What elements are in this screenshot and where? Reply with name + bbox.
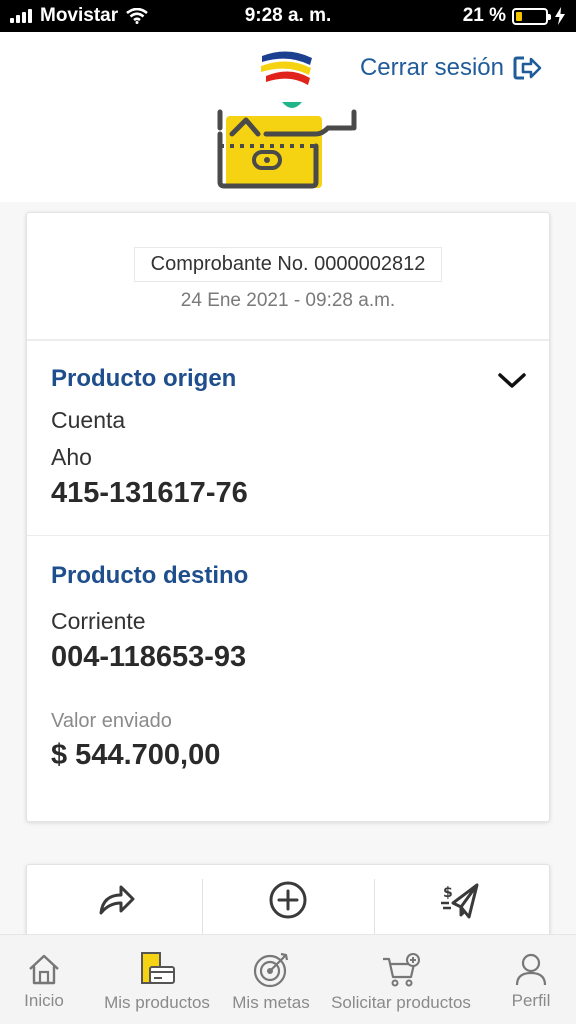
receipt-card: Comprobante No. 0000002812 24 Ene 2021 -… — [26, 212, 550, 822]
destination-account-number: 004-118653-93 — [51, 641, 247, 673]
chevron-down-icon[interactable] — [497, 371, 527, 391]
nav-item-perfil[interactable]: Perfil — [506, 935, 556, 1011]
nav-label: Mis productos — [104, 993, 210, 1012]
header: Cerrar sesión — [0, 32, 576, 202]
status-bar: Movistar 9:28 a. m. 21 % — [0, 0, 576, 32]
nav-label: Inicio — [24, 991, 64, 1010]
divider — [202, 879, 203, 939]
wallet-illustration — [217, 102, 357, 189]
origin-account-number: 415-131617-76 — [51, 477, 248, 509]
nav-label: Perfil — [511, 991, 551, 1010]
amount-label: Valor enviado — [51, 710, 172, 732]
destination-account-type: Corriente — [51, 608, 146, 634]
origin-account-subtype: Aho — [51, 444, 92, 470]
nav-item-mis-productos[interactable]: Mis productos — [96, 935, 218, 1013]
share-icon[interactable] — [95, 879, 137, 921]
nav-label: Solicitar productos — [331, 993, 471, 1012]
logout-label: Cerrar sesión — [359, 54, 504, 81]
battery-status: 21 % — [463, 5, 566, 27]
target-icon — [253, 952, 289, 988]
origin-title: Producto origen — [51, 365, 237, 392]
battery-icon — [512, 7, 551, 25]
logout-icon — [513, 56, 542, 80]
user-icon — [515, 953, 547, 986]
add-circle-icon[interactable] — [267, 879, 309, 921]
destination-title: Producto destino — [51, 562, 249, 589]
bank-logo — [261, 51, 312, 85]
home-icon — [29, 954, 59, 985]
svg-text:$: $ — [443, 885, 453, 901]
transaction-date: 24 Ene 2021 - 09:28 a.m. — [180, 290, 396, 311]
receipt-header: Comprobante No. 0000002812 24 Ene 2021 -… — [27, 213, 549, 341]
nav-label: Mis metas — [232, 993, 310, 1012]
battery-percent: 21 % — [462, 5, 506, 26]
charging-icon — [555, 7, 565, 25]
nav-item-inicio[interactable]: Inicio — [18, 935, 70, 1011]
cart-icon — [383, 953, 420, 987]
divider — [374, 879, 375, 939]
send-money-icon[interactable]: $ — [439, 879, 481, 921]
nav-item-solicitar-productos[interactable]: Solicitar productos — [322, 935, 480, 1013]
origin-account-type: Cuenta — [51, 407, 126, 433]
destination-section: Producto destino Corriente 004-118653-93… — [27, 536, 549, 772]
bottom-nav: Inicio Mis productos Mis metas Solicitar… — [0, 934, 576, 1024]
nav-item-mis-metas[interactable]: Mis metas — [226, 935, 316, 1013]
logout-button[interactable]: Cerrar sesión — [360, 54, 542, 82]
origin-section: Producto origen Cuenta Aho 415-131617-76 — [27, 341, 549, 536]
products-icon — [141, 952, 175, 984]
amount-value: $ 544.700,00 — [51, 739, 221, 771]
voucher-number: Comprobante No. 0000002812 — [133, 247, 443, 282]
